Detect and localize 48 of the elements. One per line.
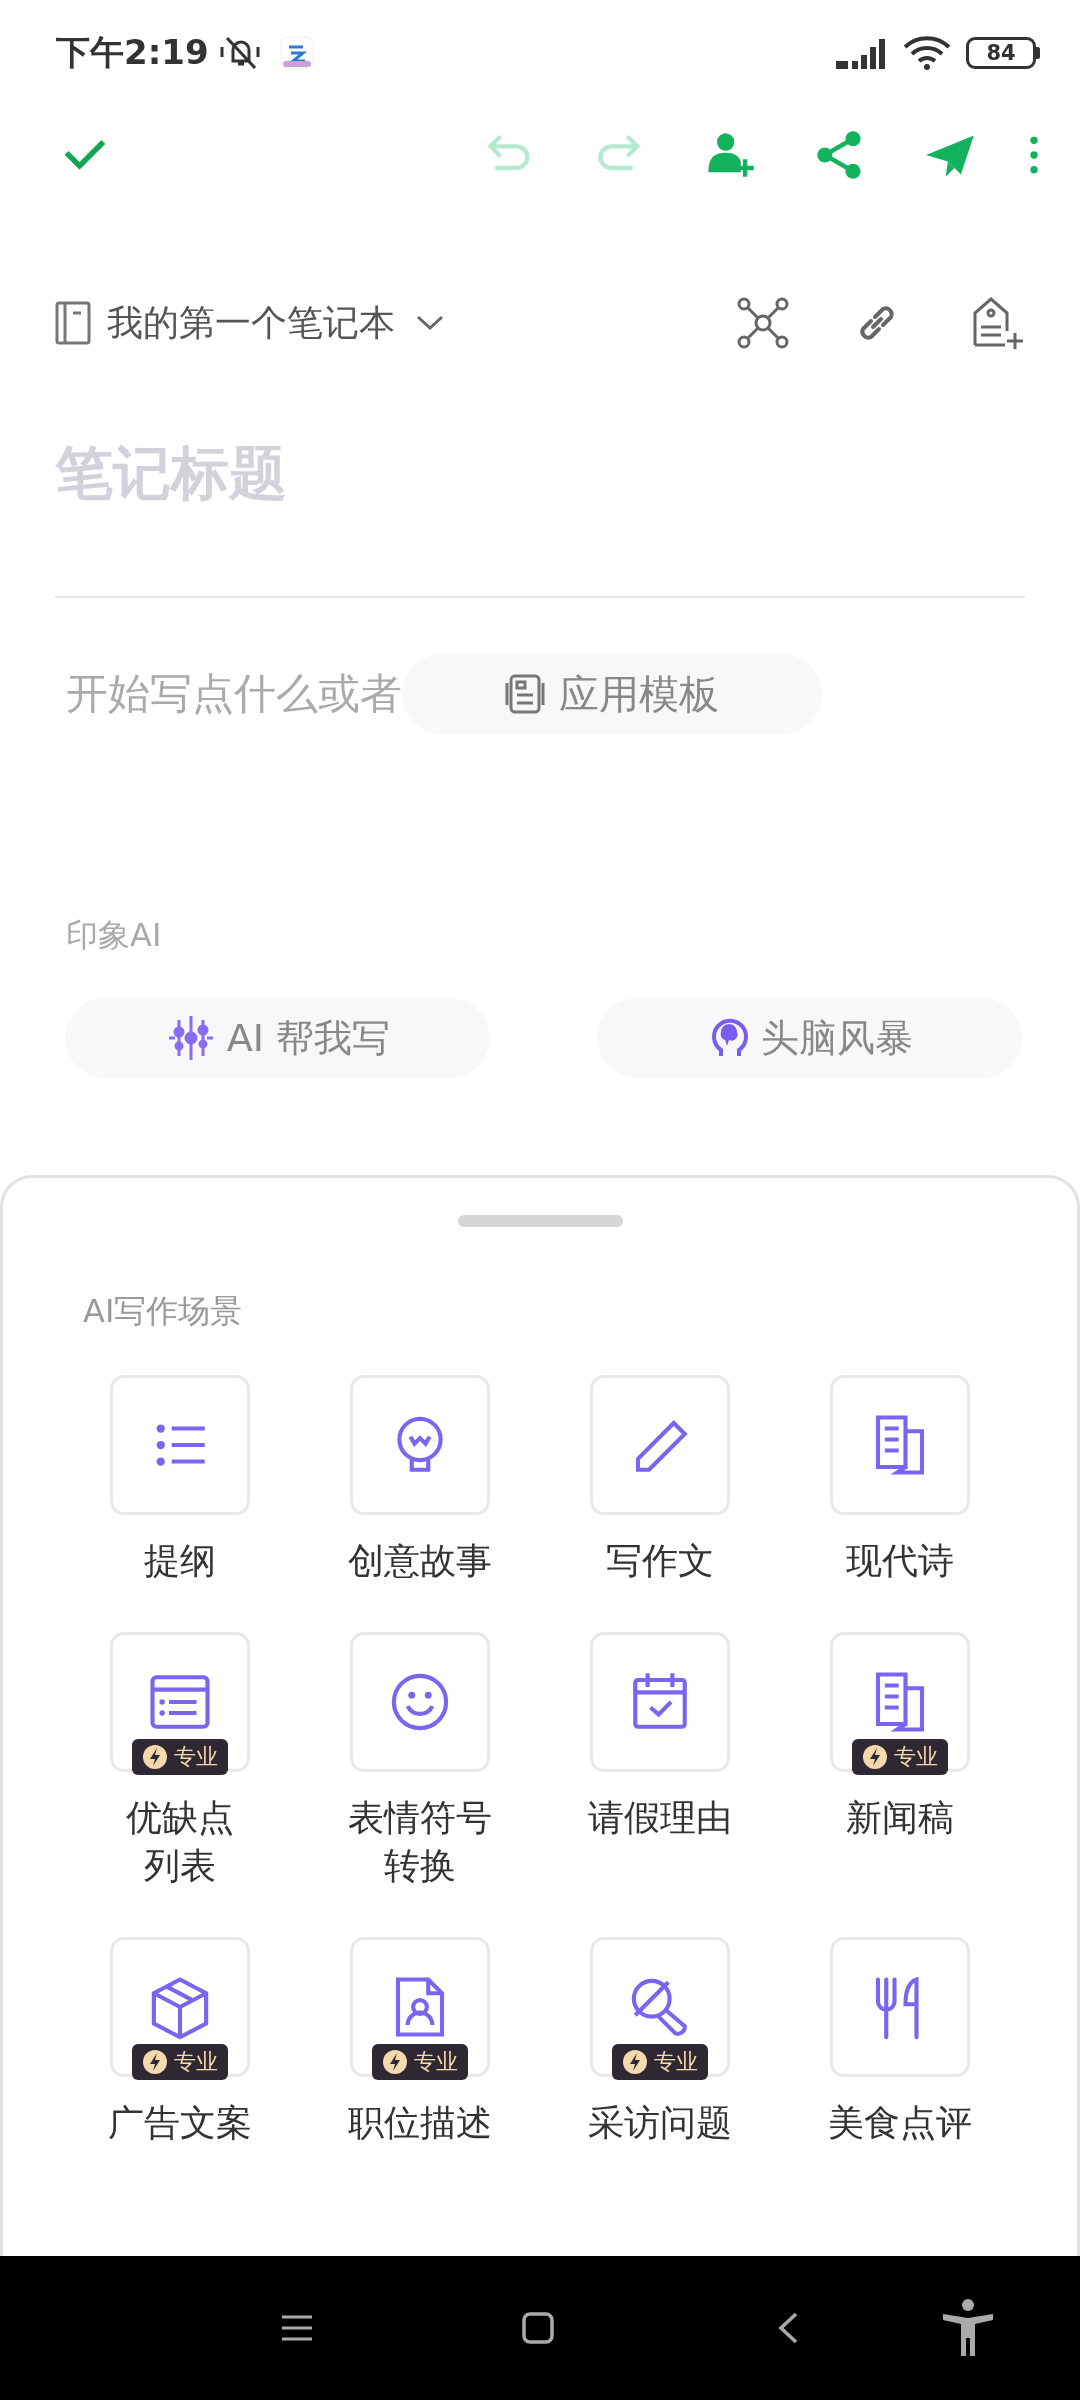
section-title: AI写作场景: [83, 1291, 244, 1332]
tile-label[interactable]: 采访问题: [588, 2099, 732, 2147]
scenario-tile[interactable]: 专业: [350, 1937, 490, 2077]
scenario-tile[interactable]: [350, 1632, 490, 1772]
tile-label[interactable]: 广告文案: [108, 2099, 252, 2147]
back-icon[interactable]: [776, 2311, 800, 2345]
pro-badge: 专业: [612, 2044, 708, 2080]
scenario-tile[interactable]: 专业: [110, 1632, 250, 1772]
app-notification-icon: [278, 34, 315, 71]
tile-label[interactable]: 列表: [144, 1842, 216, 1890]
scenario-tile[interactable]: 专业: [830, 1632, 970, 1772]
tile-label[interactable]: 现代诗: [846, 1537, 954, 1585]
tile-label[interactable]: 表情符号: [348, 1794, 492, 1842]
scenario-tile[interactable]: 专业: [110, 1937, 250, 2077]
notebook-icon: [55, 301, 91, 345]
scenario-tile[interactable]: [830, 1375, 970, 1515]
scenario-tile[interactable]: [830, 1937, 970, 2077]
home-icon[interactable]: [521, 2311, 555, 2345]
wifi-icon: [902, 34, 952, 71]
muted-bell-icon: [218, 34, 263, 71]
battery-icon: 84: [966, 36, 1036, 69]
tile-label[interactable]: 职位描述: [348, 2099, 492, 2147]
tile-label[interactable]: 提纲: [144, 1537, 216, 1585]
section-title: 印象AI: [65, 915, 163, 956]
scenario-tile[interactable]: [590, 1375, 730, 1515]
pro-badge: 专业: [372, 2044, 468, 2080]
tile-label[interactable]: 转换: [384, 1842, 456, 1890]
pro-badge: 专业: [852, 1739, 948, 1775]
template-icon: [505, 673, 545, 715]
scenario-tile[interactable]: 专业: [590, 1937, 730, 2077]
status-time: 下午2:19: [56, 30, 209, 74]
drag-handle[interactable]: [457, 1215, 623, 1227]
tile-label[interactable]: 优缺点: [126, 1794, 234, 1842]
scenario-tile[interactable]: [590, 1632, 730, 1772]
tile-label[interactable]: 新闻稿: [846, 1794, 954, 1842]
tile-label[interactable]: 美食点评: [828, 2099, 972, 2147]
tile-label[interactable]: 请假理由: [588, 1794, 732, 1842]
menu-icon[interactable]: [280, 2314, 314, 2342]
pro-badge: 专业: [132, 1739, 228, 1775]
accessibility-icon[interactable]: [941, 2298, 995, 2358]
pro-badge: 专业: [132, 2044, 228, 2080]
tile-label[interactable]: 创意故事: [348, 1537, 492, 1585]
tile-label[interactable]: 写作文: [606, 1537, 714, 1585]
scenario-tile[interactable]: [110, 1375, 250, 1515]
chevron-down-icon[interactable]: [415, 313, 445, 333]
notebook-name[interactable]: 我的第一个笔记本: [107, 298, 395, 348]
scenario-tile[interactable]: [350, 1375, 490, 1515]
network-icon[interactable]: [737, 297, 789, 349]
